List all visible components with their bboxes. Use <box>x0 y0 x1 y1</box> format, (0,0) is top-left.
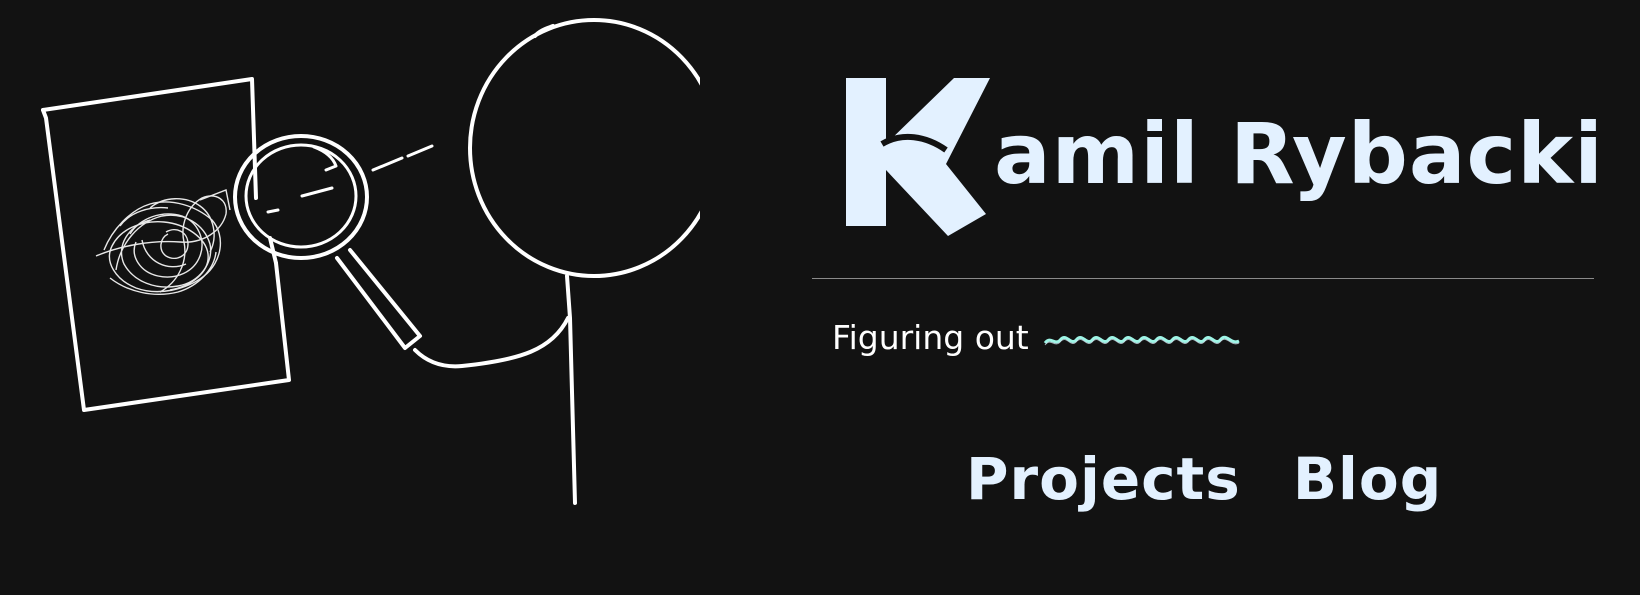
stick-figure-magnifying-glass-illustration <box>41 18 700 505</box>
magnifier-handle <box>335 248 422 350</box>
nav-link-blog[interactable]: Blog <box>1293 445 1442 513</box>
nav-link-projects[interactable]: Projects <box>966 445 1241 513</box>
site-logo[interactable]: amil Rybacki <box>836 72 1603 252</box>
k-logo-letter-icon <box>846 78 990 236</box>
main-nav: Projects Blog <box>966 445 1442 513</box>
site-name: amil Rybacki <box>994 105 1604 203</box>
scribble <box>95 189 231 295</box>
body-line <box>565 274 577 505</box>
tagline-text: Figuring out <box>832 318 1029 357</box>
tagline: Figuring out <box>832 318 1243 357</box>
head-outline <box>468 18 700 278</box>
arm-line <box>413 316 570 369</box>
paper-outline-top <box>41 77 258 200</box>
page: amil Rybacki Figuring out Projects Blog <box>0 0 1640 595</box>
squiggle-icon <box>1043 335 1240 345</box>
header-divider <box>812 278 1594 279</box>
